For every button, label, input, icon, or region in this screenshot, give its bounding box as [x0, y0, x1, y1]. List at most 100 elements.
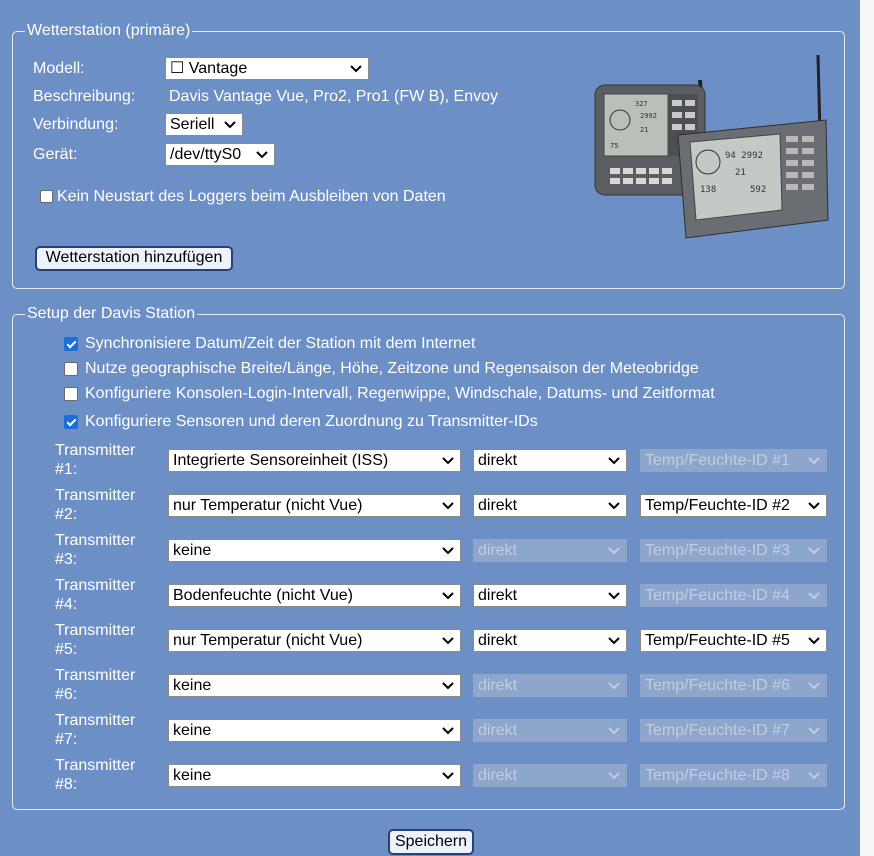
chevron-down-icon	[808, 765, 820, 786]
transmitter-mode-select[interactable]: direkt	[473, 629, 627, 652]
transmitter-sensor-value: keine	[173, 722, 212, 739]
setup-option-checkbox[interactable]	[64, 387, 78, 401]
transmitter-mode-value: direkt	[478, 452, 518, 469]
description-value: Davis Vantage Vue, Pro2, Pro1 (FW B), En…	[169, 88, 499, 105]
transmitter-mode-value: direkt	[478, 497, 518, 514]
transmitter-mode-select: direkt	[473, 674, 627, 697]
transmitter-id-value: Temp/Feuchte-ID #3	[645, 542, 790, 559]
chevron-down-icon	[608, 765, 620, 786]
transmitter-id-select: Temp/Feuchte-ID #6	[640, 674, 827, 697]
transmitter-sensor-select[interactable]: keine	[168, 719, 461, 742]
chevron-down-icon	[608, 675, 620, 696]
setup-option-checkbox[interactable]	[64, 415, 78, 429]
transmitter-id-select[interactable]: Temp/Feuchte-ID #2	[640, 494, 827, 517]
transmitter-sensor-select[interactable]: Integrierte Sensoreinheit (ISS)	[168, 449, 461, 472]
transmitter-number: #3:	[55, 551, 78, 568]
setup-option-label: Synchronisiere Datum/Zeit der Station mi…	[85, 335, 476, 352]
transmitter-mode-select: direkt	[473, 539, 627, 562]
transmitter-mode-value: direkt	[478, 632, 518, 649]
transmitter-number: #4:	[55, 596, 78, 613]
svg-text:21: 21	[735, 168, 746, 178]
setup-option-checkbox[interactable]	[64, 337, 78, 351]
transmitter-number: #7:	[55, 731, 78, 748]
transmitter-id-select[interactable]: Temp/Feuchte-ID #5	[640, 629, 827, 652]
connection-label: Verbindung:	[33, 116, 119, 133]
transmitter-number: #5:	[55, 641, 78, 658]
chevron-down-icon	[808, 450, 820, 471]
description-label: Beschreibung:	[33, 88, 136, 105]
transmitter-label: Transmitter	[55, 757, 136, 774]
device-select[interactable]: /dev/ttyS0	[165, 143, 275, 166]
chevron-down-icon	[808, 630, 820, 651]
transmitter-mode-value: direkt	[478, 542, 518, 559]
model-value: ☐ Vantage	[170, 60, 248, 77]
transmitter-sensor-select[interactable]: keine	[168, 674, 461, 697]
chevron-down-icon	[442, 630, 454, 651]
chevron-down-icon	[608, 495, 620, 516]
chevron-down-icon	[808, 495, 820, 516]
svg-text:2992: 2992	[640, 112, 657, 120]
chevron-down-icon	[808, 675, 820, 696]
chevron-down-icon	[442, 675, 454, 696]
transmitter-sensor-select[interactable]: nur Temperatur (nicht Vue)	[168, 629, 461, 652]
chevron-down-icon	[442, 540, 454, 561]
transmitter-id-select: Temp/Feuchte-ID #3	[640, 539, 827, 562]
chevron-down-icon	[442, 765, 454, 786]
chevron-down-icon	[442, 585, 454, 606]
scrollbar-track[interactable]	[860, 0, 874, 856]
transmitter-label: Transmitter	[55, 487, 136, 504]
transmitter-label: Transmitter	[55, 577, 136, 594]
device-value: /dev/ttyS0	[170, 146, 242, 163]
save-button[interactable]: Speichern	[388, 829, 474, 855]
transmitter-id-value: Temp/Feuchte-ID #5	[645, 632, 790, 649]
chevron-down-icon	[808, 720, 820, 741]
svg-text:94 2992: 94 2992	[725, 151, 763, 161]
transmitter-id-value: Temp/Feuchte-ID #1	[645, 452, 790, 469]
transmitter-sensor-select[interactable]: keine	[168, 764, 461, 787]
model-select[interactable]: ☐ Vantage	[165, 57, 369, 80]
svg-text:592: 592	[750, 185, 766, 195]
transmitter-id-select: Temp/Feuchte-ID #4	[640, 584, 827, 607]
svg-text:75: 75	[610, 142, 618, 150]
svg-text:327: 327	[635, 100, 648, 108]
add-station-button[interactable]: Wetterstation hinzufügen	[35, 246, 233, 271]
transmitter-number: #2:	[55, 506, 78, 523]
transmitter-sensor-select[interactable]: Bodenfeuchte (nicht Vue)	[168, 584, 461, 607]
transmitter-mode-select[interactable]: direkt	[473, 584, 627, 607]
transmitter-label: Transmitter	[55, 667, 136, 684]
transmitter-label: Transmitter	[55, 712, 136, 729]
connection-select[interactable]: Seriell	[165, 113, 243, 136]
chevron-down-icon	[608, 585, 620, 606]
chevron-down-icon	[608, 720, 620, 741]
setup-legend: Setup der Davis Station	[27, 305, 196, 322]
transmitter-mode-select[interactable]: direkt	[473, 449, 627, 472]
transmitter-sensor-value: nur Temperatur (nicht Vue)	[173, 497, 363, 514]
transmitter-sensor-value: keine	[173, 677, 212, 694]
transmitter-sensor-select[interactable]: keine	[168, 539, 461, 562]
chevron-down-icon	[808, 540, 820, 561]
no-restart-label: Kein Neustart des Loggers beim Ausbleibe…	[57, 188, 446, 205]
transmitter-sensor-select[interactable]: nur Temperatur (nicht Vue)	[168, 494, 461, 517]
no-restart-checkbox[interactable]	[40, 190, 53, 203]
transmitter-id-value: Temp/Feuchte-ID #4	[645, 587, 790, 604]
transmitter-label: Transmitter	[55, 442, 136, 459]
transmitter-number: #6:	[55, 686, 78, 703]
device-label: Gerät:	[33, 146, 78, 163]
svg-text:21: 21	[640, 126, 648, 134]
chevron-down-icon	[256, 144, 268, 165]
transmitter-id-value: Temp/Feuchte-ID #8	[645, 767, 790, 784]
chevron-down-icon	[224, 114, 236, 135]
transmitter-mode-select: direkt	[473, 764, 627, 787]
chevron-down-icon	[608, 630, 620, 651]
transmitter-id-value: Temp/Feuchte-ID #2	[645, 497, 790, 514]
transmitter-mode-select[interactable]: direkt	[473, 494, 627, 517]
transmitter-mode-value: direkt	[478, 677, 518, 694]
chevron-down-icon	[608, 450, 620, 471]
svg-text:138: 138	[700, 185, 716, 195]
transmitter-mode-value: direkt	[478, 587, 518, 604]
transmitter-mode-select: direkt	[473, 719, 627, 742]
transmitter-id-value: Temp/Feuchte-ID #6	[645, 677, 790, 694]
transmitter-id-select: Temp/Feuchte-ID #7	[640, 719, 827, 742]
setup-option-checkbox[interactable]	[64, 362, 78, 376]
setup-option-label: Konfiguriere Sensoren und deren Zuordnun…	[85, 413, 538, 430]
